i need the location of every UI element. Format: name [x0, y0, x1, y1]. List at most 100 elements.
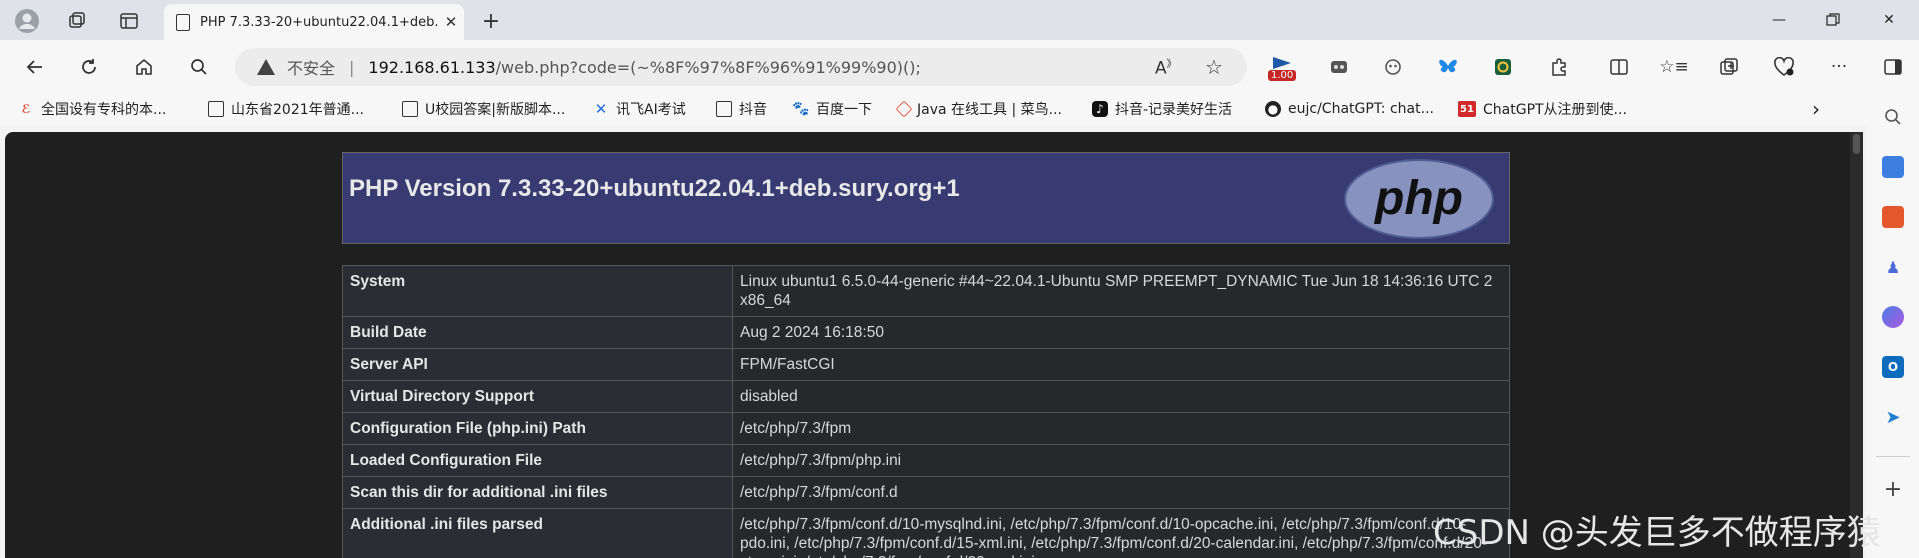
row-key: Virtual Directory Support [342, 380, 733, 413]
baidu-paw-icon: 🐾 [792, 101, 810, 117]
bookmark-item[interactable]: Java 在线工具 | 菜鸟... [895, 98, 1062, 120]
github-icon: ● [1265, 101, 1281, 117]
table-row: Configuration File (php.ini) Path/etc/ph… [342, 412, 1510, 445]
ghost-extension-icon[interactable] [1380, 54, 1406, 80]
row-value: /etc/php/7.3/fpm/conf.d [732, 476, 1510, 509]
outlook-icon[interactable]: O [1882, 356, 1904, 378]
bookmark-label: 抖音-记录美好生活 [1115, 102, 1233, 118]
row-key: System [342, 265, 733, 317]
51cto-icon: 51 [1458, 101, 1476, 117]
extension-icon[interactable] [1326, 54, 1352, 80]
search-icon[interactable] [1882, 106, 1904, 128]
tab-title: PHP 7.3.33-20+ubuntu22.04.1+deb.sury.org… [200, 14, 438, 30]
row-value: /etc/php/7.3/fpm/conf.d/10-mysqlnd.ini, … [732, 508, 1510, 558]
shield-extension-icon[interactable] [1490, 54, 1516, 80]
bookmark-item[interactable]: 🐾 百度一下 [792, 98, 872, 120]
table-row: Additional .ini files parsed/etc/php/7.3… [342, 508, 1510, 558]
restore-icon[interactable] [1810, 6, 1856, 34]
php-info-table: System Linux ubuntu1 6.5.0-44-generic #44… [342, 265, 1510, 558]
warning-icon[interactable] [257, 59, 275, 75]
edge-sidebar: ♟ O ➤ + [1866, 92, 1919, 558]
sidebar-toggle-icon[interactable] [1880, 54, 1906, 80]
bookmarks-overflow-icon[interactable]: › [1812, 97, 1820, 121]
page-icon [208, 101, 224, 117]
runoob-cube-icon [895, 100, 913, 118]
scrollbar[interactable] [1850, 132, 1863, 558]
sidebar-divider [1876, 456, 1910, 457]
bookmark-item[interactable]: ℰ 全国设有专科的本... [18, 98, 167, 120]
row-key: Scan this dir for additional .ini files [342, 476, 733, 509]
bookmark-item[interactable]: 51 ChatGPT从注册到使... [1458, 98, 1627, 120]
row-value: Linux ubuntu1 6.5.0-44-generic #44~22.04… [732, 265, 1510, 317]
add-icon[interactable]: + [1882, 477, 1904, 502]
bookmark-label: 百度一下 [816, 102, 872, 118]
collections-toolbar-icon[interactable] [1716, 54, 1742, 80]
more-options-icon[interactable]: ··· [1826, 54, 1852, 80]
bookmark-item[interactable]: 山东省2021年普通... [208, 98, 364, 120]
bookmark-item[interactable]: ● eujc/ChatGPT: chat... [1265, 98, 1434, 120]
table-row: Server API FPM/FastCGI [342, 348, 1510, 381]
close-tab-icon[interactable]: ✕ [438, 13, 464, 31]
watermark: CSDN @头发巨多不做程序猿 [1433, 513, 1881, 553]
bookmark-label: 全国设有专科的本... [41, 102, 167, 118]
address-host[interactable]: 192.168.61.133 [368, 58, 495, 77]
row-value: disabled [732, 380, 1510, 413]
bookmark-item[interactable]: ♪ 抖音-记录美好生活 [1092, 98, 1232, 120]
row-value: /etc/php/7.3/fpm/php.ini [732, 444, 1510, 477]
minimize-icon[interactable]: — [1756, 6, 1802, 34]
back-icon[interactable] [20, 52, 50, 82]
read-aloud-icon[interactable]: A》 [1155, 55, 1177, 79]
navigation-bar: 不安全 | 192.168.61.133 /web.php?code=(~%8F… [0, 40, 1919, 92]
extension-badge-icon[interactable]: 1.00 [1268, 54, 1297, 81]
row-key: Additional .ini files parsed [342, 508, 733, 558]
row-key: Build Date [342, 316, 733, 349]
home-icon[interactable] [129, 52, 159, 82]
address-separator: | [349, 57, 355, 77]
tiktok-icon: ♪ [1092, 101, 1108, 117]
favorite-star-icon[interactable]: ☆ [1205, 55, 1223, 79]
extension-badge: 1.00 [1268, 70, 1297, 81]
tag-icon[interactable] [1882, 156, 1904, 178]
split-screen-icon[interactable] [1606, 54, 1632, 80]
bookmark-label: Java 在线工具 | 菜鸟... [917, 102, 1062, 118]
scrollbar-thumb[interactable] [1853, 134, 1860, 154]
tab-active[interactable]: PHP 7.3.33-20+ubuntu22.04.1+deb.sury.org… [164, 4, 464, 40]
address-bar[interactable]: 不安全 | 192.168.61.133 /web.php?code=(~%8F… [235, 48, 1247, 86]
row-value: Aug 2 2024 16:18:50 [732, 316, 1510, 349]
page-viewport: PHP Version 7.3.33-20+ubuntu22.04.1+deb.… [5, 132, 1863, 558]
title-bar: PHP 7.3.33-20+ubuntu22.04.1+deb.sury.org… [0, 0, 1919, 40]
bookmarks-bar: ℰ 全国设有专科的本... 山东省2021年普通... U校园答案|新版脚本..… [0, 92, 1880, 126]
table-row: Virtual Directory Support disabled [342, 380, 1510, 413]
profile-icon[interactable] [14, 8, 40, 34]
collections-icon[interactable] [64, 8, 90, 34]
toolbox-icon[interactable] [1882, 206, 1904, 228]
row-key: Configuration File (php.ini) Path [342, 412, 733, 445]
bookmark-item[interactable]: 抖音 [716, 98, 767, 120]
document-icon [176, 13, 190, 31]
bookmark-item[interactable]: U校园答案|新版脚本... [402, 98, 565, 120]
php-header: PHP Version 7.3.33-20+ubuntu22.04.1+deb.… [342, 152, 1510, 244]
row-key: Loaded Configuration File [342, 444, 733, 477]
close-window-icon[interactable]: ✕ [1866, 6, 1912, 34]
copilot-icon[interactable] [1882, 306, 1904, 328]
svg-text:php: php [1373, 172, 1463, 225]
row-value: /etc/php/7.3/fpm [732, 412, 1510, 445]
refresh-icon[interactable] [74, 52, 104, 82]
bookmark-item[interactable]: ✕ 讯飞AI考试 [593, 98, 686, 120]
telegram-icon[interactable]: ➤ [1882, 406, 1904, 428]
games-icon[interactable]: ♟ [1882, 256, 1904, 278]
health-heart-icon[interactable] [1771, 54, 1797, 80]
favorites-icon[interactable]: ☆≡ [1659, 54, 1688, 80]
bookmark-label: U校园答案|新版脚本... [425, 102, 566, 118]
bookmark-favicon-icon: ℰ [21, 102, 31, 116]
bookmark-label: 讯飞AI考试 [616, 102, 686, 118]
extensions-puzzle-icon[interactable] [1546, 54, 1572, 80]
bluesky-icon[interactable] [1435, 54, 1461, 80]
table-row: Loaded Configuration File/etc/php/7.3/fp… [342, 444, 1510, 477]
tab-actions-icon[interactable] [116, 8, 142, 34]
address-path[interactable]: /web.php?code=(~%8F%97%8F%96%91%99%90)()… [496, 58, 921, 77]
insecure-label[interactable]: 不安全 [287, 55, 335, 79]
row-value: FPM/FastCGI [732, 348, 1510, 381]
new-tab-icon[interactable]: + [478, 8, 504, 34]
search-icon[interactable] [184, 52, 214, 82]
